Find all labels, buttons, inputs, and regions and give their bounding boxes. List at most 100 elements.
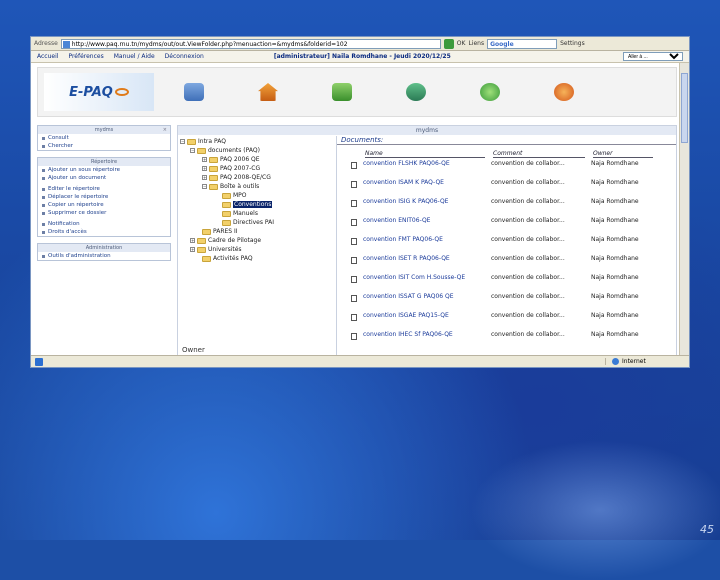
tree-node[interactable]: Activités PAQ [202, 255, 253, 262]
table-row[interactable]: convention ISGAE PAQ15-QE convention de c… [351, 312, 671, 331]
url-field[interactable]: http://www.paq.rnu.tn/mydms/out/out.View… [60, 38, 441, 49]
expand-icon[interactable]: − [202, 184, 207, 189]
settings-button[interactable]: Settings [560, 40, 585, 47]
vertical-scrollbar[interactable] [679, 63, 689, 357]
tree-node[interactable]: PARES II [202, 228, 238, 235]
tree-node[interactable]: − documents (PAQ) [190, 147, 260, 154]
chat-icon[interactable] [480, 83, 500, 101]
collapse-icon[interactable]: × [163, 126, 167, 134]
users-icon[interactable] [406, 83, 426, 101]
tree-node[interactable]: − Boîte à outils [202, 183, 259, 190]
col-comment[interactable]: Comment [493, 150, 585, 158]
doc-name[interactable]: convention ISIT Com H.Sousse-QE [363, 274, 491, 281]
tree-label: PAQ 2006 QE [220, 156, 260, 163]
doc-name[interactable]: convention ISSAT G PAQ06 QE [363, 293, 491, 300]
doc-name[interactable]: convention ISGAE PAQ15-QE [363, 312, 491, 319]
sidebar-item-notification[interactable]: Notification [38, 220, 170, 228]
doc-name[interactable]: convention IHEC Sf PAQ06-QE [363, 331, 491, 338]
dashboard-icon[interactable] [184, 83, 204, 101]
expand-icon[interactable]: − [190, 148, 195, 153]
menu-home[interactable]: Accueil [37, 53, 58, 60]
expand-icon[interactable]: + [202, 157, 207, 162]
expand-icon[interactable]: + [202, 166, 207, 171]
mail-icon[interactable] [332, 83, 352, 101]
go-arrow-icon[interactable] [443, 38, 454, 49]
doc-name[interactable]: convention ISET R PAQ06-QE [363, 255, 491, 262]
sidebar-item-label: Ajouter un document [48, 175, 107, 181]
doc-comment: convention de collabor... [491, 236, 565, 243]
table-row[interactable]: convention FLSHK PAQ06-QE convention de c… [351, 160, 671, 179]
main-panel: mydms − Intra PAQ − documents (PAQ) + PAQ 2… [177, 125, 677, 357]
sidebar-item-label: Editer le répertoire [48, 186, 100, 192]
menu-preferences[interactable]: Préférences [68, 53, 103, 60]
sidebar-item-edit-folder[interactable]: Editer le répertoire [38, 185, 170, 193]
doc-name[interactable]: convention ENIT06-QE [363, 217, 491, 224]
table-row[interactable]: convention ISIT Com H.Sousse-QE conventio… [351, 274, 671, 293]
tree-node[interactable]: + Cadre de Pilotage [190, 237, 261, 244]
sidebar-item-search[interactable]: Chercher [38, 142, 170, 150]
menu-help[interactable]: Manuel / Aide [114, 53, 155, 60]
tree-node[interactable]: Manuels [222, 210, 258, 217]
sidebar-item-add-document[interactable]: Ajouter un document [38, 174, 170, 182]
doc-name[interactable]: convention FMT PAQ06-QE [363, 236, 491, 243]
folder-icon [209, 183, 218, 190]
sidebar-item-consult[interactable]: Consult [38, 134, 170, 142]
doc-name[interactable]: convention FLSHK PAQ06-QE [363, 160, 491, 167]
sidebar-item-delete-folder[interactable]: Supprimer ce dossier [38, 209, 170, 217]
table-row[interactable]: convention ENIT06-QE convention de collab… [351, 217, 671, 236]
links-label[interactable]: Liens [468, 40, 484, 47]
home-icon[interactable] [258, 83, 278, 101]
power-icon[interactable] [554, 83, 574, 101]
sidebar-item-label: Chercher [48, 143, 74, 149]
sidebar-item-add-subfolder[interactable]: Ajouter un sous répertoire [38, 166, 170, 174]
sidebar-item-access-rights[interactable]: Droits d'accès [38, 228, 170, 236]
expand-icon[interactable]: + [202, 175, 207, 180]
page-content: E-PAQ mydms × Consult Chercher Répertoire… [31, 63, 681, 357]
doc-owner: Naja Romdhane [591, 160, 639, 167]
doc-name[interactable]: convention ISAM K PAQ-QE [363, 179, 491, 186]
col-name[interactable]: Name [365, 150, 485, 158]
sidebar-item-label: Notification [48, 221, 80, 227]
sidebar: mydms × Consult Chercher Répertoire Ajout… [37, 125, 171, 267]
folder-icon [222, 192, 231, 199]
doc-comment: convention de collabor... [491, 274, 565, 281]
table-row[interactable]: convention ISSAT G PAQ06 QE convention de… [351, 293, 671, 312]
expand-icon[interactable]: + [190, 238, 195, 243]
doc-owner: Naja Romdhane [591, 293, 639, 300]
table-row[interactable]: convention ISET R PAQ06-QE convention de … [351, 255, 671, 274]
goto-select[interactable]: Aller à ... [623, 52, 683, 61]
epaq-logo[interactable]: E-PAQ [44, 73, 154, 111]
doc-comment: convention de collabor... [491, 293, 565, 300]
tree-node[interactable]: + PAQ 2007-CG [202, 165, 260, 172]
google-toolbar[interactable]: Google [487, 38, 558, 49]
sidebar-item-move-folder[interactable]: Déplacer le répertoire [38, 193, 170, 201]
scrollbar-thumb[interactable] [681, 73, 688, 143]
tree-node[interactable]: + Universités [190, 246, 242, 253]
table-row[interactable]: convention ISIG K PAQ06-QE convention de … [351, 198, 671, 217]
folder-icon [187, 138, 196, 145]
table-row[interactable]: convention IHEC Sf PAQ06-QE convention de… [351, 331, 671, 350]
doc-comment: convention de collabor... [491, 160, 565, 167]
menu-logout[interactable]: Déconnexion [165, 53, 204, 60]
sidebar-item-admin-tools[interactable]: Outils d'administration [38, 252, 170, 260]
col-owner[interactable]: Owner [593, 150, 653, 158]
tree-node[interactable]: MPO [222, 192, 247, 199]
sidebar-item-label: Outils d'administration [48, 253, 111, 259]
table-row[interactable]: convention ISAM K PAQ-QE convention de co… [351, 179, 671, 198]
table-row[interactable]: convention FMT PAQ06-QE convention de col… [351, 236, 671, 255]
folder-icon [209, 174, 218, 181]
sidebar-item-copy-folder[interactable]: Copier un répertoire [38, 201, 170, 209]
doc-name[interactable]: convention ISIG K PAQ06-QE [363, 198, 491, 205]
expand-icon[interactable]: − [180, 139, 185, 144]
tree-label: Boîte à outils [220, 183, 260, 190]
document-icon [351, 200, 357, 207]
tree-node[interactable]: Directives PAI [222, 219, 274, 226]
tree-node[interactable]: − Intra PAQ [180, 138, 226, 145]
go-button[interactable]: OK [457, 40, 466, 47]
expand-icon[interactable]: + [190, 247, 195, 252]
ie-page-icon [35, 357, 43, 366]
folder-icon [197, 147, 206, 154]
tree-node-selected[interactable]: Conventions [222, 201, 273, 208]
tree-node[interactable]: + PAQ 2006 QE [202, 156, 260, 163]
tree-node[interactable]: + PAQ 2008-QE/CG [202, 174, 271, 181]
